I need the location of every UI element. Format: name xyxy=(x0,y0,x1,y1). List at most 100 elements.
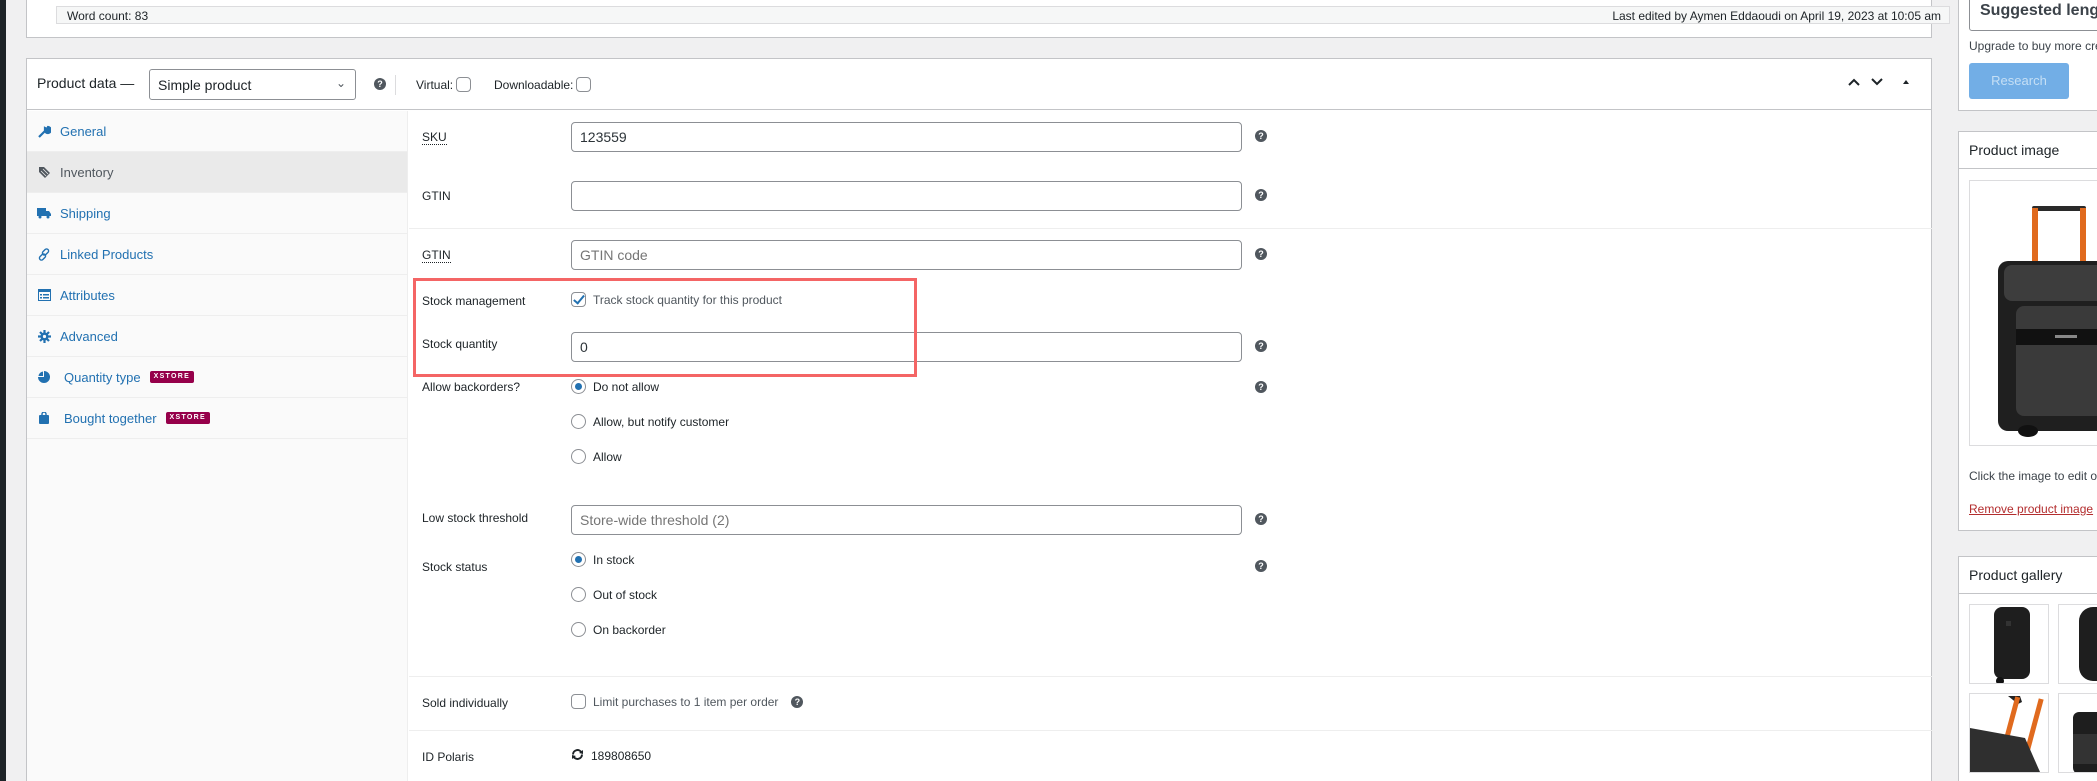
gallery-thumbnail[interactable] xyxy=(1969,604,2049,684)
last-edited: Last edited by Aymen Eddaoudi on April 1… xyxy=(1612,9,1941,23)
refresh-icon[interactable] xyxy=(571,748,584,764)
sold-individually-checkbox[interactable] xyxy=(571,694,586,709)
sku-input[interactable] xyxy=(571,122,1242,152)
tab-label: Linked Products xyxy=(60,246,154,262)
editor-status-bar: Word count: 83 Last edited by Aymen Edda… xyxy=(56,6,1950,24)
sold-individually-option[interactable]: Limit purchases to 1 item per order ? xyxy=(571,694,804,709)
gallery-thumbnail[interactable] xyxy=(2058,604,2097,684)
product-data-header: Product data — Simple product ⌄ ? Virtua… xyxy=(27,59,1931,110)
stock-status-label: Stock status xyxy=(422,560,488,574)
product-type-value: Simple product xyxy=(158,77,252,93)
collapse-triangle-icon[interactable] xyxy=(1901,74,1911,90)
help-icon[interactable]: ? xyxy=(374,78,386,90)
gear-icon xyxy=(37,329,51,343)
help-icon[interactable]: ? xyxy=(1255,248,1267,260)
option-label: Allow xyxy=(593,449,622,464)
divider xyxy=(409,228,1933,229)
move-up-icon[interactable] xyxy=(1847,74,1861,90)
stock-status-option[interactable]: On backorder xyxy=(571,622,666,637)
gtin-code-input[interactable] xyxy=(571,240,1242,270)
tag-icon xyxy=(37,165,51,179)
product-gallery-title: Product gallery xyxy=(1959,557,2097,594)
radio-button[interactable] xyxy=(571,449,586,464)
tab-label: Attributes xyxy=(60,287,115,303)
virtual-option[interactable]: Virtual: xyxy=(416,77,472,92)
tab-linked-products[interactable]: Linked Products xyxy=(27,234,407,275)
xstore-badge: XSTORE xyxy=(149,371,195,383)
tab-label: Bought together xyxy=(64,410,157,426)
backorder-option[interactable]: Do not allow xyxy=(571,379,659,394)
low-stock-input[interactable] xyxy=(571,505,1242,535)
list-icon xyxy=(37,288,51,302)
backorder-option[interactable]: Allow, but notify customer xyxy=(571,414,729,429)
suggested-length-field[interactable]: Suggested length xyxy=(1969,0,2097,31)
option-label: In stock xyxy=(593,552,635,567)
radio-button[interactable] xyxy=(571,587,586,602)
tab-attributes[interactable]: Attributes xyxy=(27,275,407,316)
word-count: Word count: 83 xyxy=(67,9,149,23)
downloadable-label: Downloadable: xyxy=(494,77,574,92)
gallery-thumbnail[interactable] xyxy=(2058,693,2097,773)
xstore-badge: XSTORE xyxy=(165,412,210,424)
tab-label: General xyxy=(60,123,107,139)
radio-button[interactable] xyxy=(571,414,586,429)
editor-container: Word count: 83 Last edited by Aymen Edda… xyxy=(26,0,1950,38)
backorders-label: Allow backorders? xyxy=(422,380,521,394)
help-icon[interactable]: ? xyxy=(1255,560,1267,572)
product-image-title: Product image xyxy=(1959,132,2097,169)
help-icon[interactable]: ? xyxy=(1255,340,1267,352)
research-button[interactable]: Research xyxy=(1969,63,2069,99)
help-icon[interactable]: ? xyxy=(791,695,804,708)
tab-quantity-type[interactable]: Quantity type XSTORE xyxy=(27,357,407,398)
product-data-title: Product data — xyxy=(37,75,135,91)
sold-individually-label: Sold individually xyxy=(422,696,509,710)
option-label: On backorder xyxy=(593,622,666,637)
remove-product-image-link[interactable]: Remove product image xyxy=(1969,502,2093,516)
tab-label: Advanced xyxy=(60,328,118,344)
stock-status-option[interactable]: In stock xyxy=(571,552,634,567)
downloadable-option[interactable]: Downloadable: xyxy=(494,77,592,92)
tab-inventory[interactable]: Inventory xyxy=(27,152,407,193)
tab-shipping[interactable]: Shipping xyxy=(27,193,407,234)
image-edit-hint: Click the image to edit or update xyxy=(1969,469,2097,483)
move-down-icon[interactable] xyxy=(1870,74,1884,90)
sku-label: SKU xyxy=(422,130,447,145)
link-icon xyxy=(37,247,51,261)
help-icon[interactable]: ? xyxy=(1255,130,1267,142)
option-label: Out of stock xyxy=(593,587,658,602)
id-polaris-label: ID Polaris xyxy=(422,750,475,764)
upgrade-text: Upgrade to buy more credits xyxy=(1969,39,2097,53)
help-icon[interactable]: ? xyxy=(1255,189,1267,201)
radio-button[interactable] xyxy=(571,379,586,394)
backorder-option[interactable]: Allow xyxy=(571,449,622,464)
product-type-select[interactable]: Simple product ⌄ xyxy=(149,69,356,100)
tab-general[interactable]: General xyxy=(27,111,407,152)
tab-advanced[interactable]: Advanced xyxy=(27,316,407,357)
divider xyxy=(409,676,1933,677)
highlight-box xyxy=(413,278,917,377)
bag-icon xyxy=(37,411,51,425)
help-icon[interactable]: ? xyxy=(1255,381,1267,393)
tab-label: Shipping xyxy=(60,205,111,221)
inventory-panel: SKU ? GTIN ? GTIN ? Stock management Tra… xyxy=(409,111,1933,781)
gtin-input[interactable] xyxy=(571,181,1242,211)
virtual-checkbox[interactable] xyxy=(456,77,472,92)
downloadable-checkbox[interactable] xyxy=(576,77,592,92)
window-edge xyxy=(0,0,6,781)
virtual-label: Virtual: xyxy=(416,77,454,92)
product-image[interactable] xyxy=(1969,180,2097,446)
help-icon[interactable]: ? xyxy=(1255,513,1267,525)
gallery-thumbnail[interactable] xyxy=(1969,693,2049,773)
gtin-code-label: GTIN xyxy=(422,248,451,263)
chevron-down-icon: ⌄ xyxy=(335,76,346,90)
product-data-tabs: General Inventory Shipping Linked Produc… xyxy=(27,111,408,781)
pie-chart-icon xyxy=(37,370,51,384)
radio-button[interactable] xyxy=(571,552,586,567)
stock-status-option[interactable]: Out of stock xyxy=(571,587,657,602)
divider xyxy=(395,75,396,95)
product-data-panel: Product data — Simple product ⌄ ? Virtua… xyxy=(26,58,1933,781)
radio-button[interactable] xyxy=(571,622,586,637)
tab-bought-together[interactable]: Bought together XSTORE xyxy=(27,398,407,439)
seo-box: Suggested length Upgrade to buy more cre… xyxy=(1958,0,2097,111)
id-polaris-value: 189808650 xyxy=(591,749,652,763)
